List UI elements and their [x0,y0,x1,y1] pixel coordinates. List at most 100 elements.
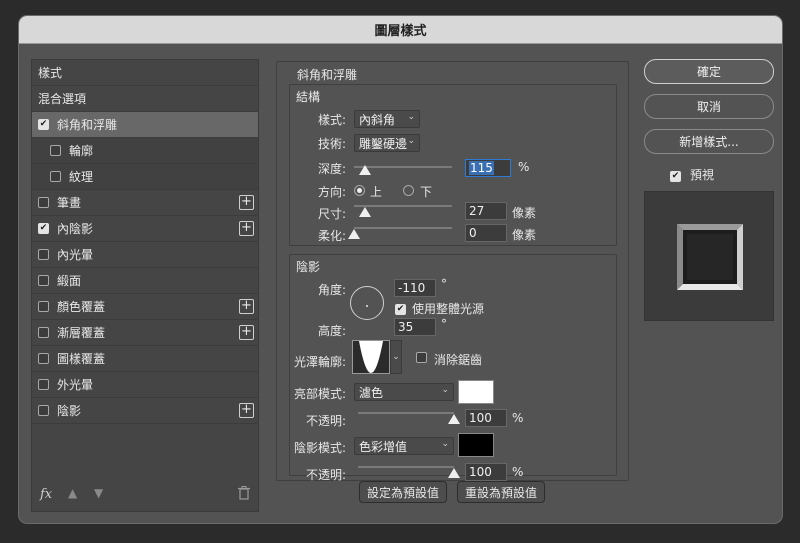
checkbox-icon[interactable] [38,379,49,390]
ok-button[interactable]: 確定 [644,59,774,84]
add-effect-plus-icon[interactable]: + [239,221,254,236]
style-list-item-label: 紋理 [69,170,94,184]
shadow-opacity-unit: % [512,465,524,479]
highlight-opacity-input[interactable]: 100 [465,409,507,427]
style-dropdown[interactable]: 內斜角 ⌄ [354,110,420,128]
add-effect-plus-icon[interactable]: + [239,325,254,340]
shadow-mode-dropdown[interactable]: 色彩增值 ⌄ [354,437,454,455]
shadow-mode-label: 陰影模式: [293,441,346,455]
global-light-label[interactable]: 使用整體光源 [412,300,484,317]
checkbox-icon[interactable] [38,353,49,364]
add-effect-plus-icon[interactable]: + [239,403,254,418]
highlight-mode-dropdown[interactable]: 濾色 ⌄ [354,383,454,401]
style-list-item[interactable]: 筆畫 + [32,190,258,216]
size-unit: 像素 [512,206,537,220]
style-list-item-label: 陰影 [57,404,82,418]
depth-label: 深度: [317,162,346,176]
highlight-mode-value: 濾色 [359,385,384,400]
style-list-item-label: 漸層覆蓋 [57,326,106,340]
antialias-label[interactable]: 消除鋸齒 [434,351,482,368]
style-value: 內斜角 [359,112,396,127]
highlight-opacity-label: 不透明: [305,414,346,428]
shadow-color-swatch[interactable] [458,433,494,457]
add-effect-plus-icon[interactable]: + [239,195,254,210]
style-list-item[interactable]: 緞面 [32,268,258,294]
angle-dial[interactable] [350,286,384,320]
style-list-item[interactable]: 樣式 [32,60,258,86]
angle-unit: ° [441,277,447,291]
style-list-item[interactable]: 陰影 + [32,398,258,424]
technique-label: 技術: [317,137,346,151]
style-list-item-label: 樣式 [38,66,63,80]
depth-input[interactable]: 115 [465,159,511,177]
highlight-opacity-unit: % [512,411,524,425]
checkbox-icon[interactable] [38,197,49,208]
style-list-item[interactable]: 混合選項 [32,86,258,112]
direction-down-label[interactable]: 下 [420,183,432,200]
style-list-item-label: 輪廓 [69,144,94,158]
direction-up-radio[interactable] [354,185,365,196]
checkbox-icon[interactable] [38,327,49,338]
style-list-item[interactable]: ✔ 內陰影 + [32,216,258,242]
add-effect-plus-icon[interactable]: + [239,299,254,314]
shadow-opacity-slider[interactable] [358,466,454,468]
soften-slider-thumb[interactable] [348,229,360,239]
highlight-color-swatch[interactable] [458,380,494,404]
shadow-opacity-slider-thumb[interactable] [448,468,460,478]
style-list-item[interactable]: 內光暈 [32,242,258,268]
checkmark-icon: ✔ [670,171,681,182]
checkbox-icon[interactable] [38,405,49,416]
chevron-down-icon: ⌄ [441,439,449,449]
checkmark-icon[interactable]: ✔ [38,119,49,130]
style-list-item[interactable]: 顏色覆蓋 + [32,294,258,320]
antialias-checkbox[interactable] [416,352,435,366]
style-list-item[interactable]: 漸層覆蓋 + [32,320,258,346]
checkbox-icon[interactable] [50,145,61,156]
depth-slider-thumb[interactable] [359,165,372,175]
checkbox-icon[interactable] [38,249,49,260]
angle-input[interactable]: -110 [394,279,436,297]
style-list-item[interactable]: ✔ 斜角和浮雕 [32,112,258,138]
new-style-button[interactable]: 新增樣式... [644,129,774,154]
technique-value: 雕鑿硬邊 [359,136,408,151]
direction-up-label[interactable]: 上 [370,183,382,200]
arrow-up-icon[interactable]: ▲ [68,486,77,500]
altitude-input[interactable]: 35 [394,318,436,336]
fx-button[interactable]: fx [40,487,52,502]
gloss-contour-icon[interactable] [352,340,390,374]
style-list-item-label: 緞面 [57,274,82,288]
preview-checkbox[interactable]: ✔ [670,167,689,182]
gloss-contour-dropdown[interactable]: ⌄ [390,340,402,374]
highlight-opacity-slider-thumb[interactable] [448,414,460,424]
preview-label[interactable]: 預視 [690,166,714,183]
direction-down-radio[interactable] [403,185,414,196]
style-list-item[interactable]: 輪廓 [32,138,258,164]
arrow-down-icon[interactable]: ▼ [94,486,103,500]
checkbox-icon[interactable] [38,275,49,286]
styles-list-panel: 樣式混合選項 ✔ 斜角和浮雕輪廓紋理筆畫 + ✔ 內陰影 + 內光暈緞面顏色覆蓋 + 漸層覆蓋 + 圖… [31,59,259,512]
angle-dial-center [366,305,368,307]
bevel-emboss-panel: 斜角和浮雕 結構 樣式: 內斜角 ⌄ 技術: 雕鑿硬邊 ⌄ 深度: 115 % 方向… [276,61,629,482]
size-label: 尺寸: [317,207,346,221]
style-list-item[interactable]: 紋理 [32,164,258,190]
direction-label: 方向: [317,185,346,199]
checkbox-icon[interactable] [50,171,61,182]
style-list-item[interactable]: 外光暈 [32,372,258,398]
soften-slider[interactable] [354,227,452,229]
size-slider-thumb[interactable] [358,207,371,217]
checkbox-icon[interactable] [38,301,49,312]
structure-title: 結構 [296,90,321,104]
reset-default-button[interactable]: 重設為預設值 [457,481,545,503]
soften-input[interactable]: 0 [465,224,507,242]
make-default-button[interactable]: 設定為預設值 [359,481,447,503]
checkmark-icon: ✔ [395,304,406,315]
trash-icon[interactable] [238,486,250,503]
shadow-opacity-input[interactable]: 100 [465,463,507,481]
checkmark-icon[interactable]: ✔ [38,223,49,234]
cancel-button[interactable]: 取消 [644,94,774,119]
depth-unit: % [518,160,530,174]
size-input[interactable]: 27 [465,202,507,220]
style-list-item[interactable]: 圖樣覆蓋 [32,346,258,372]
highlight-opacity-slider[interactable] [358,412,454,414]
technique-dropdown[interactable]: 雕鑿硬邊 ⌄ [354,134,420,152]
